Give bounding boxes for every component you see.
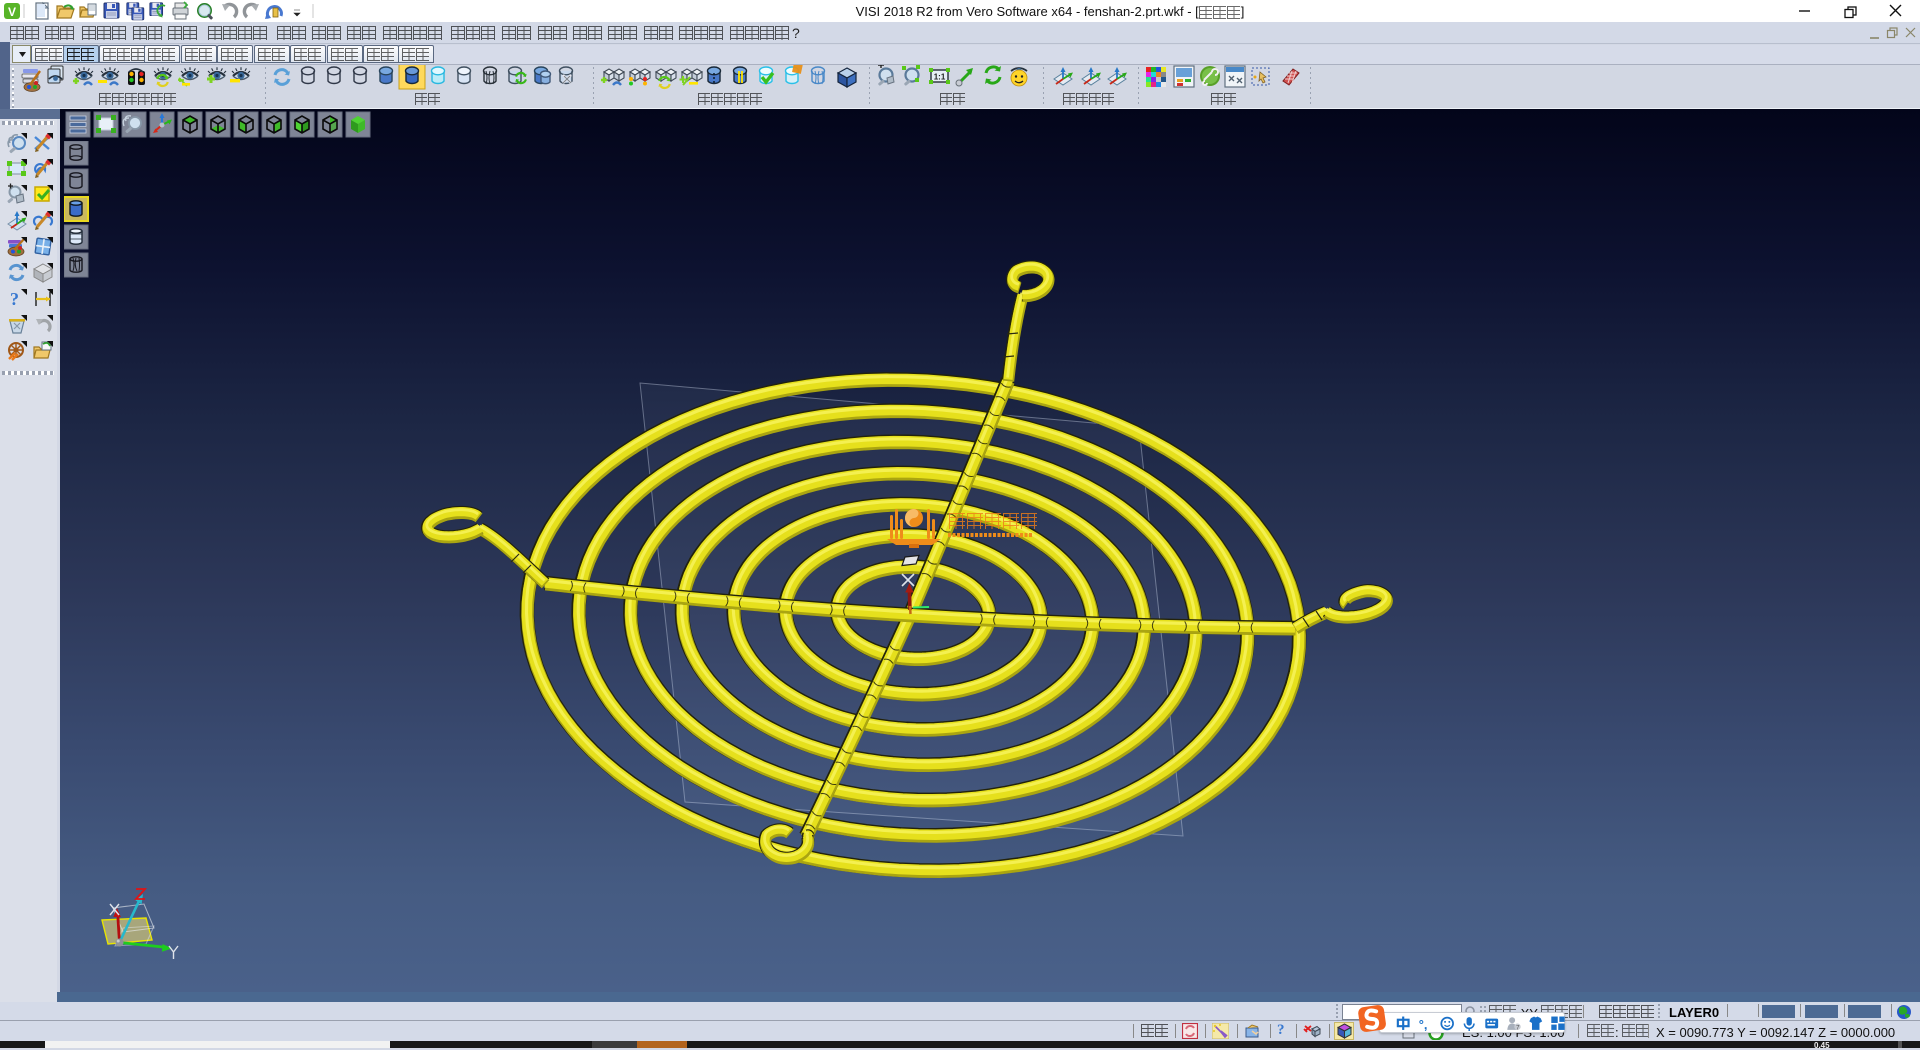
svg-text:°,: °,	[1419, 1017, 1428, 1031]
svg-text:V: V	[8, 5, 16, 19]
svg-text:7: 7	[1516, 1025, 1520, 1032]
svg-text:?: ?	[10, 289, 19, 309]
svg-text:1:1: 1:1	[934, 73, 946, 82]
